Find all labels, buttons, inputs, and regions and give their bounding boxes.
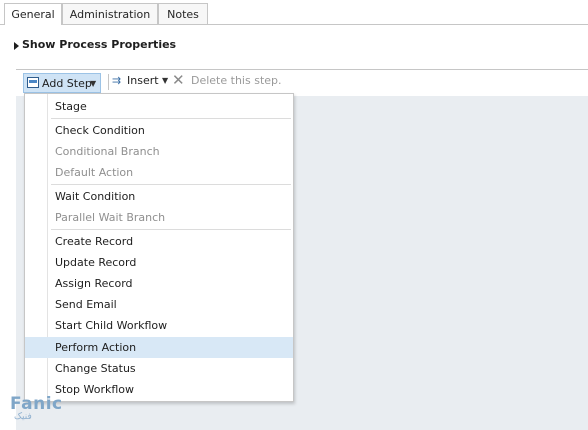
- delete-step-button[interactable]: ✕ Delete this step.: [172, 71, 282, 91]
- chevron-down-icon: ▼: [90, 79, 97, 88]
- insert-label: Insert: [127, 74, 159, 87]
- menu-separator: [51, 184, 291, 185]
- menu-item-perform-action[interactable]: Perform Action: [25, 337, 293, 358]
- tab-notes[interactable]: Notes: [158, 3, 208, 24]
- insert-icon: ⇉: [112, 74, 122, 87]
- insert-button[interactable]: ⇉ Insert ▼: [112, 73, 168, 91]
- designer-toolbar: Add Step ▼ ⇉ Insert ▼ ✕ Delete this step…: [16, 69, 588, 94]
- menu-item-start-child-workflow[interactable]: Start Child Workflow: [25, 315, 293, 336]
- watermark-subtext: فنیک: [14, 412, 32, 422]
- menu-item-update-record[interactable]: Update Record: [25, 252, 293, 273]
- tab-administration[interactable]: Administration: [62, 3, 158, 24]
- menu-item-assign-record[interactable]: Assign Record: [25, 273, 293, 294]
- menu-item-create-record[interactable]: Create Record: [25, 231, 293, 252]
- section-title: Show Process Properties: [22, 38, 177, 51]
- add-step-menu: Stage Check Condition Conditional Branch…: [24, 93, 294, 402]
- menu-separator: [51, 118, 291, 119]
- tab-general[interactable]: General: [4, 3, 62, 25]
- add-step-label: Add Step: [42, 77, 92, 90]
- tab-bar: General Administration Notes: [0, 0, 588, 25]
- menu-item-check-condition[interactable]: Check Condition: [25, 120, 293, 141]
- menu-item-change-status[interactable]: Change Status: [25, 358, 293, 379]
- toolbar-separator: [108, 74, 109, 90]
- menu-item-stage[interactable]: Stage: [25, 96, 293, 117]
- delete-step-label: Delete this step.: [191, 74, 282, 87]
- menu-item-default-action: Default Action: [55, 166, 134, 179]
- menu-item-parallel-wait-branch: Parallel Wait Branch: [55, 211, 166, 224]
- menu-item-send-email[interactable]: Send Email: [25, 294, 293, 315]
- watermark-text: Fanic: [10, 394, 63, 414]
- delete-x-icon: ✕: [172, 71, 185, 89]
- menu-item-conditional-branch: Conditional Branch: [55, 145, 160, 158]
- show-process-properties-toggle[interactable]: Show Process Properties: [14, 38, 177, 51]
- menu-item-wait-condition[interactable]: Wait Condition: [25, 186, 293, 207]
- expand-arrow-icon: [14, 42, 19, 50]
- watermark-logo: Fanic فنیک: [10, 394, 80, 424]
- menu-separator: [51, 229, 291, 230]
- chevron-down-icon: ▼: [162, 76, 169, 85]
- add-step-icon: [27, 77, 39, 88]
- add-step-button[interactable]: Add Step ▼: [23, 73, 101, 93]
